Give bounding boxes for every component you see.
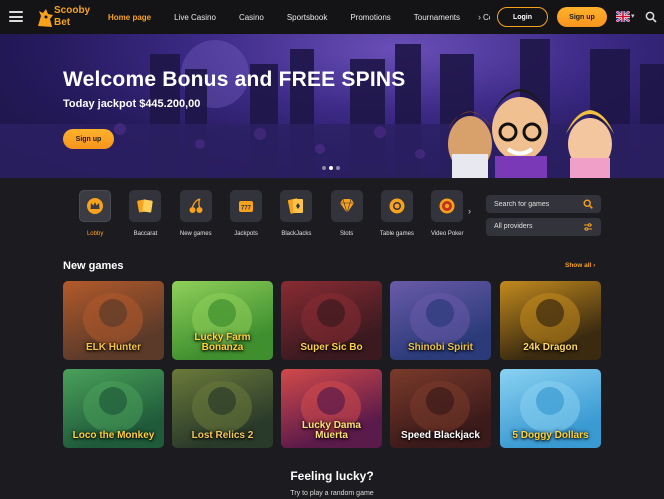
signup-button[interactable]: Sign up xyxy=(557,7,607,27)
game-tile[interactable]: Loco the Monkey xyxy=(63,369,164,448)
main-nav: Home page Live Casino Casino Sportsbook Prom… xyxy=(102,0,490,34)
scooby-bet-logo[interactable]: Scooby Bet xyxy=(35,4,97,31)
category-label: Slots xyxy=(339,231,354,237)
hero-banner: Welcome Bonus and FREE SPINS Today jackp… xyxy=(0,34,664,178)
game-tile[interactable]: ELK Hunter xyxy=(63,281,164,360)
nav-item-tournaments[interactable]: Tournaments xyxy=(414,13,460,22)
category-icon-box xyxy=(380,190,413,222)
cards-icon xyxy=(137,199,154,213)
login-button[interactable]: Login xyxy=(497,7,548,27)
carousel-dot[interactable] xyxy=(329,166,333,170)
hamburger-menu-icon[interactable] xyxy=(9,11,23,22)
category-icon-box xyxy=(280,190,313,222)
game-tile[interactable]: 24k Dragon xyxy=(500,281,601,360)
show-all-label: Show all xyxy=(565,262,592,269)
game-title: Super Sic Bo xyxy=(300,342,363,353)
category-baccarat[interactable]: Baccarat xyxy=(120,190,170,237)
nav-item-sportsbook[interactable]: Sportsbook xyxy=(287,13,327,22)
language-chevron-down-icon[interactable]: ▾ xyxy=(631,12,635,20)
category-icon-box xyxy=(330,190,363,222)
categories-next-chevron-icon[interactable]: › xyxy=(468,206,471,216)
category-table-games[interactable]: Table games xyxy=(372,190,422,237)
game-tile[interactable]: 5 Doggy Dollars xyxy=(500,369,601,448)
game-title: ELK Hunter xyxy=(86,342,141,353)
carousel-dot[interactable] xyxy=(322,166,326,170)
hero-title: Welcome Bonus and FREE SPINS xyxy=(63,68,406,91)
game-title: Shinobi Spirit xyxy=(408,342,473,353)
game-title: Speed Blackjack xyxy=(401,430,480,441)
game-title: 5 Doggy Dollars xyxy=(512,430,589,441)
filter-sliders-icon[interactable] xyxy=(583,222,593,232)
diamond-icon xyxy=(339,198,354,215)
show-all-link[interactable]: Show all › xyxy=(565,262,595,269)
cherries-icon xyxy=(189,198,203,213)
nav-item-live-casino[interactable]: Live Casino xyxy=(174,13,216,22)
game-tile[interactable]: Shinobi Spirit xyxy=(390,281,491,360)
category-bar: Lobby Baccarat New games 777 Jackpots BlackJa… xyxy=(70,190,472,237)
poker-chip-icon xyxy=(389,198,405,214)
svg-text:777: 777 xyxy=(241,206,252,212)
game-title: Lucky Dama Muerta xyxy=(302,420,361,441)
game-tile[interactable]: Lucky Farm Bonanza xyxy=(172,281,273,360)
search-icon[interactable] xyxy=(583,199,593,209)
crown-icon xyxy=(87,198,104,214)
nav-item-home-page[interactable]: Home page xyxy=(108,13,151,22)
category-icon-box xyxy=(431,190,464,222)
category-icon-box xyxy=(179,190,212,222)
feeling-lucky-title: Feeling lucky? xyxy=(290,469,374,483)
game-search-input[interactable] xyxy=(494,195,584,213)
roulette-icon xyxy=(439,198,455,214)
category-icon-box: 777 xyxy=(230,190,263,222)
category-slots[interactable]: Slots xyxy=(321,190,371,237)
game-title: Loco the Monkey xyxy=(72,430,155,441)
category-jackpots[interactable]: 777 Jackpots xyxy=(221,190,271,237)
game-title: 24k Dragon xyxy=(523,342,578,353)
category-icon-box xyxy=(129,190,162,222)
category-label: New games xyxy=(179,231,212,237)
providers-label: All providers xyxy=(494,223,533,230)
category-new-games[interactable]: New games xyxy=(171,190,221,237)
carousel-dot[interactable] xyxy=(336,166,340,170)
category-label: Lobby xyxy=(86,231,104,237)
game-tile[interactable]: Super Sic Bo xyxy=(281,281,382,360)
feeling-lucky-subtitle: Try to play a random game xyxy=(290,490,374,497)
game-search-field[interactable] xyxy=(486,195,601,213)
uk-flag-icon[interactable] xyxy=(616,11,630,22)
game-tile[interactable]: Lucky Dama Muerta xyxy=(281,369,382,448)
category-label: Table games xyxy=(379,231,414,237)
search-icon[interactable] xyxy=(645,11,657,23)
category-icon-box xyxy=(79,190,112,222)
new-games-title: New games xyxy=(63,260,124,272)
category-video-poker[interactable]: Video Poker xyxy=(422,190,472,237)
nav-more-chevron-icon[interactable]: › xyxy=(478,12,488,22)
logo-text-line-1: Scooby xyxy=(54,5,91,16)
category-blackjacks[interactable]: BlackJacks xyxy=(271,190,321,237)
logo-text-line-2: Bet xyxy=(54,17,71,28)
category-label: Jackpots xyxy=(234,231,258,237)
category-label: Baccarat xyxy=(133,231,158,237)
game-title: Lucky Farm Bonanza xyxy=(194,332,251,353)
game-title: Lost Relics 2 xyxy=(191,430,254,441)
category-lobby[interactable]: Lobby xyxy=(70,190,120,237)
providers-dropdown[interactable]: All providers xyxy=(486,218,601,236)
nav-item-promotions[interactable]: Promotions xyxy=(350,13,390,22)
hero-jackpot-text: Today jackpot $445.200,00 xyxy=(63,98,201,110)
nav-item-casino[interactable]: Casino xyxy=(239,13,264,22)
hero-signup-button[interactable]: Sign up xyxy=(63,129,114,149)
category-label: Video Poker xyxy=(430,231,464,237)
jackpot-icon: 777 xyxy=(239,201,254,212)
carousel-dots xyxy=(322,166,340,170)
playing-cards-icon xyxy=(288,198,304,214)
game-tile[interactable]: Lost Relics 2 xyxy=(172,369,273,448)
category-label: BlackJacks xyxy=(281,231,312,237)
game-tile[interactable]: Speed Blackjack xyxy=(390,369,491,448)
top-navigation-bar: Scooby Bet Home page Live Casino Casino Spor… xyxy=(0,0,664,34)
